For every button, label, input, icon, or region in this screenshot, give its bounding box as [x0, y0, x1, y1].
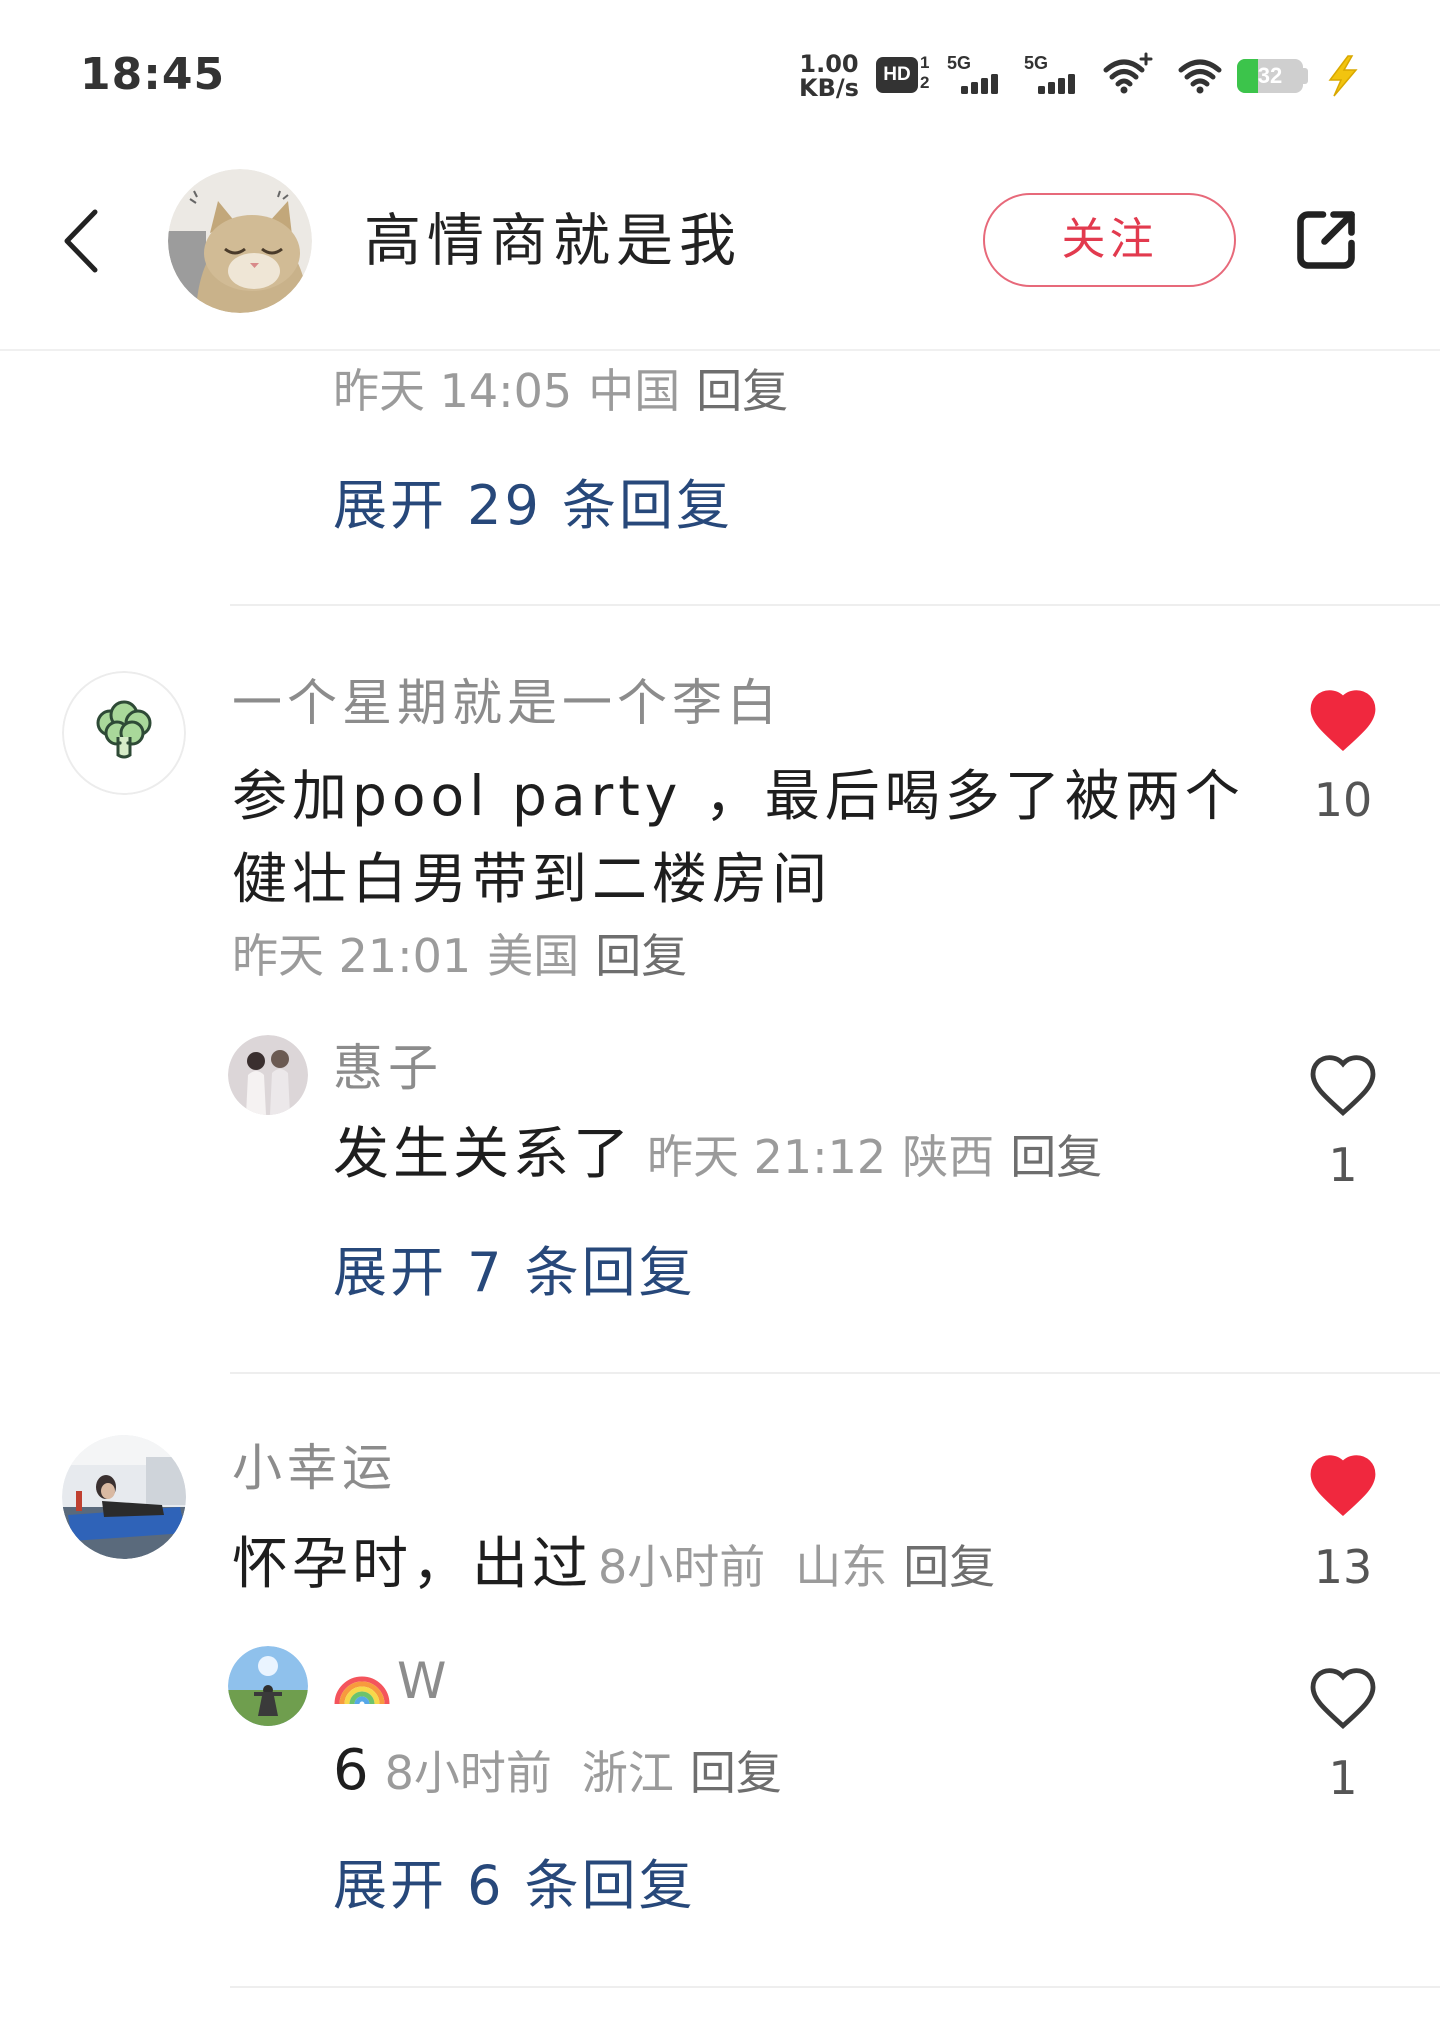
battery-level: 32 [1257, 63, 1283, 88]
heart-icon[interactable] [1307, 1664, 1379, 1730]
reply-item: W 1 6 8小时前 浙江 回复 [0, 1640, 1440, 1820]
like-count: 1 [1328, 1751, 1358, 1805]
reply-location: 陕西 [902, 1130, 995, 1184]
chevron-left-icon[interactable] [61, 206, 101, 276]
commenter-name[interactable]: 一个星期就是一个李白 [232, 673, 782, 733]
comment-meta: 昨天 21:01 美国 回复 [232, 928, 687, 984]
comment-item: 一个星期就是一个李白 10 参加pool party ，最后喝多了被两个 健壮白… [0, 620, 1440, 1372]
reply-text[interactable]: 6 [333, 1737, 373, 1805]
reply-button[interactable]: 回复 [1010, 1130, 1102, 1184]
hd-slot-top: 1 [920, 53, 930, 72]
author-name[interactable]: 高情商就是我 [364, 207, 742, 275]
heart-icon[interactable] [1307, 1051, 1379, 1117]
hd-voice-icon: HD [876, 57, 918, 93]
heart-icon[interactable] [1307, 686, 1379, 752]
reply-button[interactable]: 回复 [903, 1540, 995, 1594]
network-speed: 1.00 KB/s [797, 52, 861, 100]
reply-location: 浙江 [581, 1746, 674, 1800]
network-speed-value: 1.00 [799, 50, 859, 78]
like-count: 1 [1328, 1138, 1358, 1192]
rainbow-icon [334, 1676, 390, 1705]
comment-location: 山东 [795, 1540, 888, 1594]
wifi-icon [1178, 59, 1222, 94]
replier-name[interactable]: W [333, 1651, 451, 1711]
replier-name-text: W [397, 1652, 452, 1710]
wifi-plus-icon [1103, 52, 1153, 94]
replier-avatar[interactable] [228, 1035, 308, 1115]
like-count: 10 [1313, 773, 1373, 827]
reply-meta: 昨天 21:12 陕西 回复 [647, 1123, 1102, 1191]
commenter-avatar[interactable] [62, 1435, 186, 1559]
comment-body: 怀孕时，出过 8小时前 山东 回复 [232, 1531, 995, 1599]
reply-item: 惠子 1 发生关系了 昨天 21:12 陕西 回复 [0, 1030, 1440, 1210]
share-external-icon[interactable] [1290, 204, 1362, 276]
comment-text[interactable]: 参加pool party ，最后喝多了被两个 健壮白男带到二楼房间 [232, 755, 1245, 921]
reply-meta: 8小时前 浙江 回复 [385, 1739, 782, 1807]
comment-text[interactable]: 怀孕时，出过 [232, 1531, 592, 1599]
reply-time: 昨天 14:05 [333, 364, 573, 418]
follow-button[interactable]: 关注 [983, 193, 1236, 287]
commenter-name[interactable]: 小幸运 [232, 1438, 397, 1498]
reply-time: 昨天 21:12 [647, 1130, 887, 1184]
comment-time: 昨天 21:01 [232, 929, 472, 983]
comment-text-line: 健壮白男带到二楼房间 [232, 847, 833, 911]
reply-time: 8小时前 [384, 1746, 552, 1800]
heart-icon[interactable] [1307, 1451, 1379, 1517]
battery-nub [1303, 68, 1308, 84]
replier-name[interactable]: 惠子 [333, 1038, 443, 1098]
status-bar: 18:45 1.00 KB/s HD 1 2 5G 5G 32 [0, 0, 1440, 120]
expand-replies-link[interactable]: 展开 6 条回复 [333, 1853, 696, 1919]
comment-divider [230, 1372, 1440, 1374]
reply-button[interactable]: 回复 [690, 1746, 782, 1800]
comment-page: 18:45 1.00 KB/s HD 1 2 5G 5G 32 高情商就是我 关… [0, 0, 1440, 2020]
charging-bolt-icon [1328, 55, 1358, 97]
comment-text-line: 参加pool party ，最后喝多了被两个 [232, 764, 1245, 828]
comment-divider [230, 604, 1440, 606]
comment-item: 小幸运 13 怀孕时，出过 8小时前 山东 回复 W 1 6 8小时前 浙江 回… [0, 1390, 1440, 1985]
reply-body: 6 8小时前 浙江 回复 [333, 1737, 782, 1805]
expand-replies-link[interactable]: 展开 7 条回复 [333, 1240, 696, 1306]
battery-icon: 32 [1237, 59, 1303, 93]
expand-replies-link[interactable]: 展开 29 条回复 [333, 473, 733, 539]
reply-location: 中国 [588, 364, 681, 418]
comment-divider [230, 1986, 1440, 1988]
like-count: 13 [1313, 1540, 1373, 1594]
signal-bars-icon: 5G [947, 54, 1009, 96]
hd-slot-bottom: 2 [920, 73, 930, 92]
reply-button[interactable]: 回复 [696, 364, 788, 418]
reply-button[interactable]: 回复 [595, 929, 687, 983]
status-time: 18:45 [80, 49, 226, 100]
replier-avatar[interactable] [228, 1646, 308, 1726]
author-avatar[interactable] [168, 169, 312, 313]
previous-thread-tail: 昨天 14:05 中国 回复 展开 29 条回复 [0, 351, 1440, 604]
comment-time: 8小时前 [598, 1540, 766, 1594]
reply-meta: 昨天 14:05 中国 回复 [333, 363, 788, 419]
comment-meta: 8小时前 山东 回复 [598, 1533, 995, 1601]
comment-location: 美国 [487, 929, 580, 983]
signal-bars-icon: 5G [1024, 54, 1086, 96]
commenter-avatar[interactable] [62, 671, 186, 795]
reply-text[interactable]: 发生关系了 [333, 1121, 633, 1189]
network-speed-unit: KB/s [799, 74, 859, 102]
author-header: 高情商就是我 关注 [0, 120, 1440, 351]
reply-body: 发生关系了 昨天 21:12 陕西 回复 [333, 1121, 1102, 1189]
